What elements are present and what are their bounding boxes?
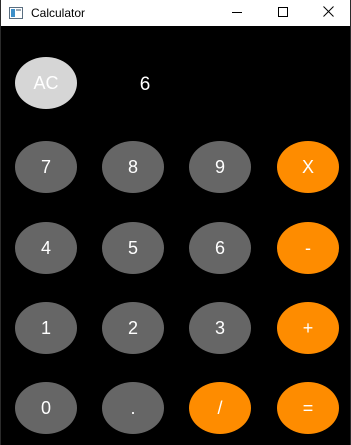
title-bar[interactable]: Calculator	[1, 0, 350, 26]
digit-9-button[interactable]: 9	[189, 141, 251, 193]
digit-3-button[interactable]: 3	[189, 302, 251, 354]
digit-8-button[interactable]: 8	[102, 141, 164, 193]
multiply-button[interactable]: X	[277, 141, 339, 193]
clear-button[interactable]: AC	[15, 57, 77, 109]
digit-5-button[interactable]: 5	[102, 222, 164, 274]
equals-button[interactable]: =	[277, 382, 339, 434]
calculator-window: Calculator AC 6 7 8 9 X 4 5 6 - 1 2 3 + …	[0, 0, 351, 445]
digit-4-button[interactable]: 4	[15, 222, 77, 274]
display-row: AC 6	[1, 26, 350, 138]
subtract-button[interactable]: -	[277, 222, 339, 274]
digit-1-button[interactable]: 1	[15, 302, 77, 354]
close-icon	[322, 4, 334, 22]
calculator-app-icon	[9, 6, 23, 19]
add-button[interactable]: +	[277, 302, 339, 354]
window-title: Calculator	[31, 6, 86, 20]
minimize-button[interactable]	[214, 0, 260, 26]
maximize-icon	[278, 4, 288, 22]
divide-button[interactable]: /	[189, 382, 251, 434]
digit-2-button[interactable]: 2	[102, 302, 164, 354]
close-button[interactable]	[305, 0, 351, 26]
digit-0-button[interactable]: 0	[15, 382, 77, 434]
display-value: 6	[139, 74, 151, 95]
minimize-icon	[232, 4, 242, 22]
decimal-button[interactable]: .	[102, 382, 164, 434]
digit-7-button[interactable]: 7	[15, 141, 77, 193]
digit-6-button[interactable]: 6	[189, 222, 251, 274]
maximize-button[interactable]	[260, 0, 306, 26]
